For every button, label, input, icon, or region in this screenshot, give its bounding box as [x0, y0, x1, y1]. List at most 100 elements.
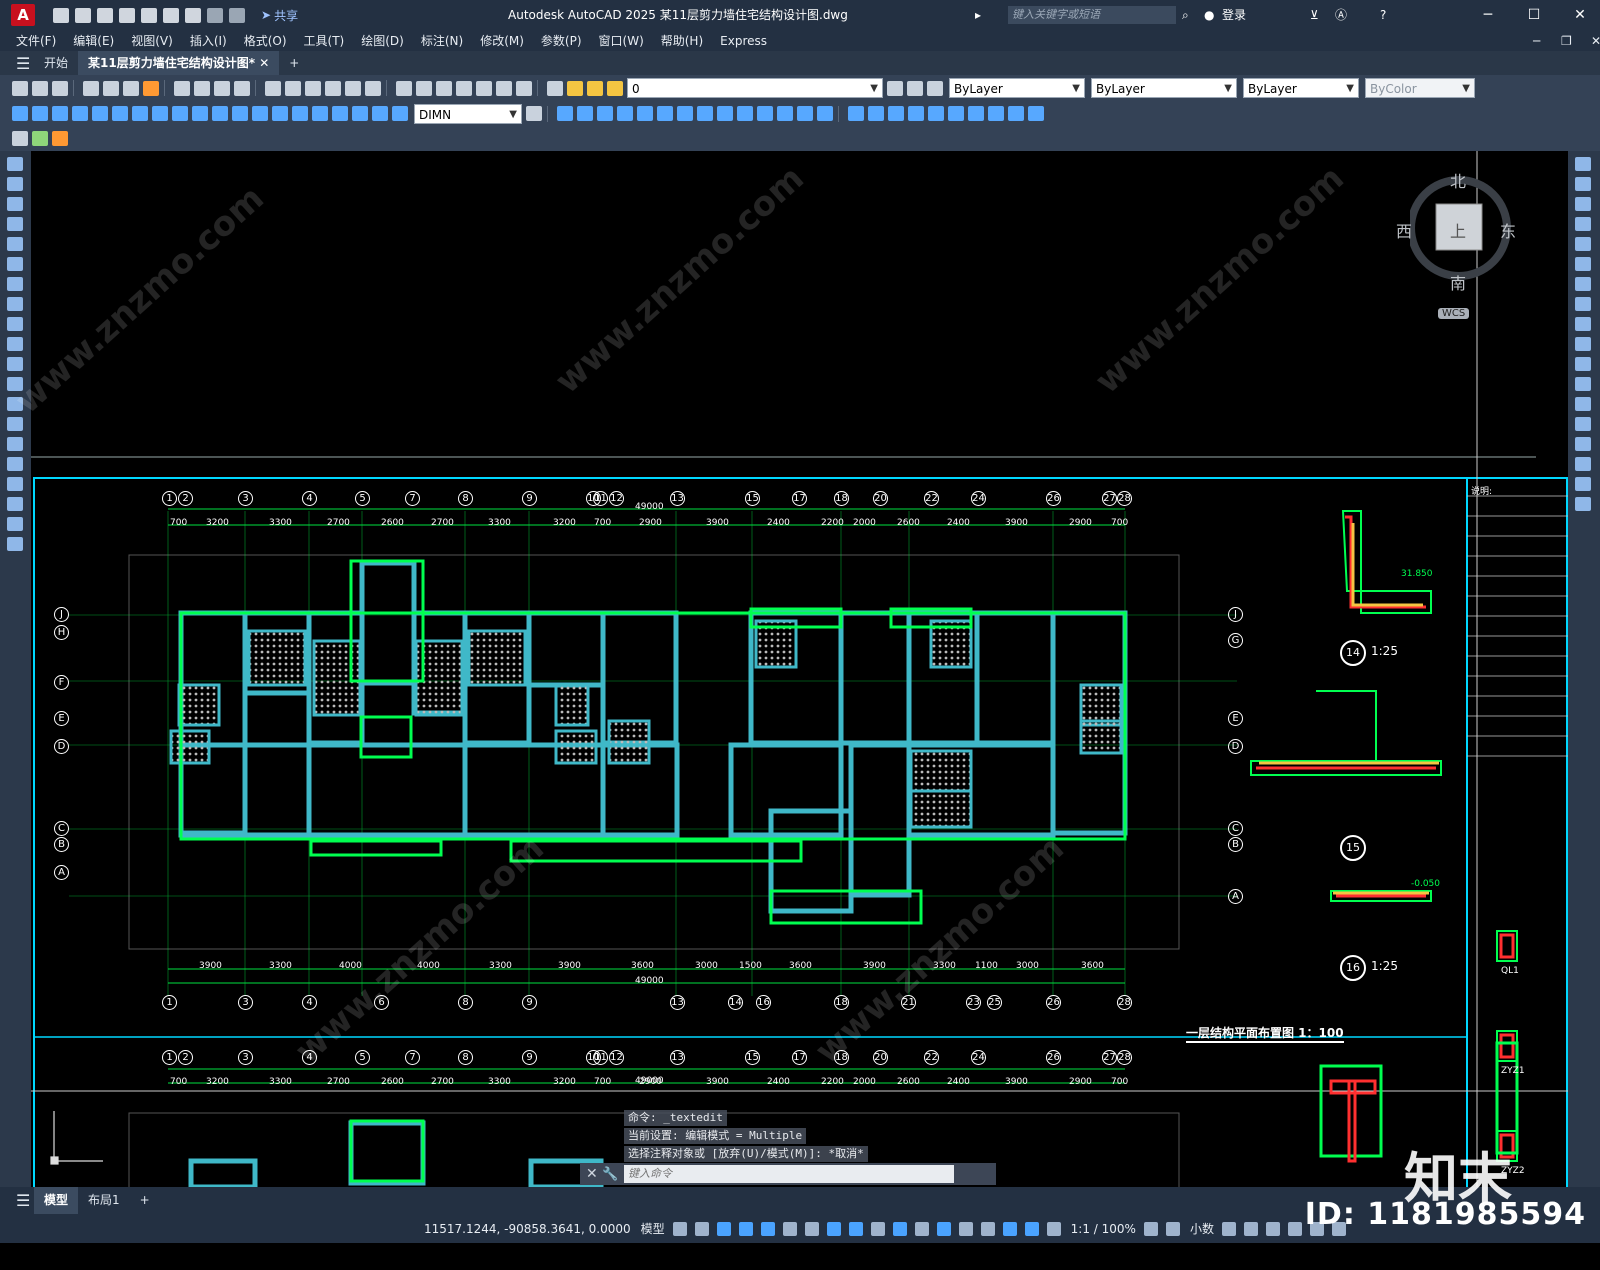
publish-3d-icon[interactable]	[143, 80, 159, 96]
3d-align-icon[interactable]	[968, 106, 984, 121]
close-button[interactable]: ✕	[1560, 0, 1600, 30]
annotation-scale[interactable]: 1:1 / 100%	[1071, 1222, 1136, 1236]
continue-dim-icon[interactable]	[212, 106, 228, 121]
tab-current-drawing[interactable]: 某11层剪力墙住宅结构设计图* ✕	[78, 51, 280, 75]
open-file-icon[interactable]	[75, 7, 91, 23]
publish-icon[interactable]	[123, 80, 139, 96]
dim-edit-icon[interactable]	[352, 106, 368, 121]
command-input[interactable]	[624, 1165, 954, 1183]
dim-break-icon[interactable]	[252, 106, 268, 121]
help-icon[interactable]: ?	[1380, 0, 1386, 30]
save-icon[interactable]	[52, 80, 68, 96]
file-tabs-menu-icon[interactable]: ☰	[16, 54, 34, 73]
attribute-icon[interactable]	[52, 131, 68, 146]
autodesk-app-icon[interactable]: Ⓐ	[1335, 0, 1347, 30]
polar-tracking-icon[interactable]	[782, 1221, 797, 1236]
join-icon[interactable]	[1575, 417, 1591, 431]
dim-update-icon[interactable]	[392, 106, 408, 121]
zoom-previous-icon[interactable]	[365, 80, 381, 96]
properties-icon[interactable]	[396, 80, 412, 96]
new-tab-button[interactable]: +	[279, 51, 309, 75]
polysolid-icon[interactable]	[908, 106, 924, 121]
lineweight-dropdown[interactable]: ByLayer ▼	[1243, 78, 1359, 98]
3d-osnap-icon[interactable]	[936, 1221, 951, 1236]
design-center-icon[interactable]	[416, 80, 432, 96]
arc-length-icon[interactable]	[52, 106, 68, 121]
presspull-icon[interactable]	[757, 106, 773, 121]
object-snap-icon[interactable]	[848, 1221, 863, 1236]
save-as-icon[interactable]	[119, 7, 135, 23]
layer-states-icon[interactable]	[927, 80, 943, 96]
wcs-menu[interactable]: WCS	[1438, 308, 1470, 319]
command-close-icon[interactable]: ✕	[586, 1166, 598, 1182]
plot-icon[interactable]	[83, 80, 99, 96]
user-icon[interactable]: ●	[1204, 0, 1214, 30]
viewcube-north[interactable]: 北	[1450, 168, 1466, 192]
doc-restore-button[interactable]: ❐	[1561, 34, 1572, 48]
extend-icon[interactable]	[1575, 357, 1591, 371]
block-editor-icon[interactable]	[12, 131, 28, 146]
workspace-icon[interactable]	[1143, 1221, 1158, 1236]
annotation-visibility-icon[interactable]	[1024, 1221, 1039, 1236]
quick-dim-icon[interactable]	[172, 106, 188, 121]
copy-icon[interactable]	[194, 80, 210, 96]
redo-icon[interactable]	[285, 80, 301, 96]
trim-icon[interactable]	[1575, 337, 1591, 351]
modeling-cylinder-icon[interactable]	[637, 106, 653, 121]
layer-previous-icon[interactable]	[907, 80, 923, 96]
walk-icon[interactable]	[1028, 106, 1044, 121]
ordinate-dim-icon[interactable]	[72, 106, 88, 121]
modeling-box-icon[interactable]	[557, 106, 573, 121]
viewcube[interactable]: 北 南 东 西 上 WCS	[1396, 168, 1530, 328]
save-web-icon[interactable]	[163, 7, 179, 23]
move-icon[interactable]	[1575, 257, 1591, 271]
modeling-torus-icon[interactable]	[657, 106, 673, 121]
break-icon[interactable]	[1575, 397, 1591, 411]
subtract-icon[interactable]	[868, 106, 884, 121]
baseline-dim-icon[interactable]	[192, 106, 208, 121]
jogged-linear-icon[interactable]	[332, 106, 348, 121]
insert-block-icon[interactable]	[32, 131, 48, 146]
diameter-dim-icon[interactable]	[132, 106, 148, 121]
layer-on-icon[interactable]	[567, 80, 583, 96]
menu-edit[interactable]: 编辑(E)	[73, 32, 114, 49]
menu-draw[interactable]: 绘图(D)	[361, 32, 404, 49]
linear-dim-icon[interactable]	[12, 106, 28, 121]
make-object-layer-current-icon[interactable]	[887, 80, 903, 96]
lock-ui-icon[interactable]	[1243, 1221, 1258, 1236]
ellipse-arc-icon[interactable]	[7, 357, 23, 371]
layer-manager-icon[interactable]	[547, 80, 563, 96]
aligned-dim-icon[interactable]	[32, 106, 48, 121]
open-web-icon[interactable]	[141, 7, 157, 23]
add-layout-button[interactable]: +	[130, 1187, 160, 1214]
fillet-icon[interactable]	[1575, 457, 1591, 471]
infer-constraints-icon[interactable]	[716, 1221, 731, 1236]
doc-close-button[interactable]: ✕	[1591, 34, 1600, 48]
sign-in-link[interactable]: 登录	[1222, 0, 1246, 30]
units-dropdown[interactable]: 小数	[1190, 1220, 1214, 1237]
menu-format[interactable]: 格式(O)	[244, 32, 287, 49]
modeling-wedge-icon[interactable]	[577, 106, 593, 121]
object-snap-tracking-icon[interactable]	[826, 1221, 841, 1236]
menu-insert[interactable]: 插入(I)	[190, 32, 227, 49]
menu-tools[interactable]: 工具(T)	[304, 32, 345, 49]
lineweight-icon[interactable]	[870, 1221, 885, 1236]
transparency-icon[interactable]	[892, 1221, 907, 1236]
selection-cycling-icon[interactable]	[914, 1221, 929, 1236]
search-expand-icon[interactable]: ▸	[975, 0, 981, 30]
region-icon[interactable]	[7, 477, 23, 491]
multiline-text-icon[interactable]	[7, 517, 23, 531]
jogged-dim-icon[interactable]	[112, 106, 128, 121]
offset-icon[interactable]	[1575, 217, 1591, 231]
dim-text-edit-icon[interactable]	[372, 106, 388, 121]
menu-file[interactable]: 文件(F)	[16, 32, 56, 49]
explode-icon[interactable]	[1575, 497, 1591, 511]
angular-dim-icon[interactable]	[152, 106, 168, 121]
new-file-icon[interactable]	[53, 7, 69, 23]
modeling-sphere-icon[interactable]	[617, 106, 633, 121]
modeling-pyramid-icon[interactable]	[677, 106, 693, 121]
menu-dimension[interactable]: 标注(N)	[421, 32, 463, 49]
save-icon[interactable]	[97, 7, 113, 23]
add-selected-icon[interactable]	[7, 537, 23, 551]
plot-preview-icon[interactable]	[103, 80, 119, 96]
